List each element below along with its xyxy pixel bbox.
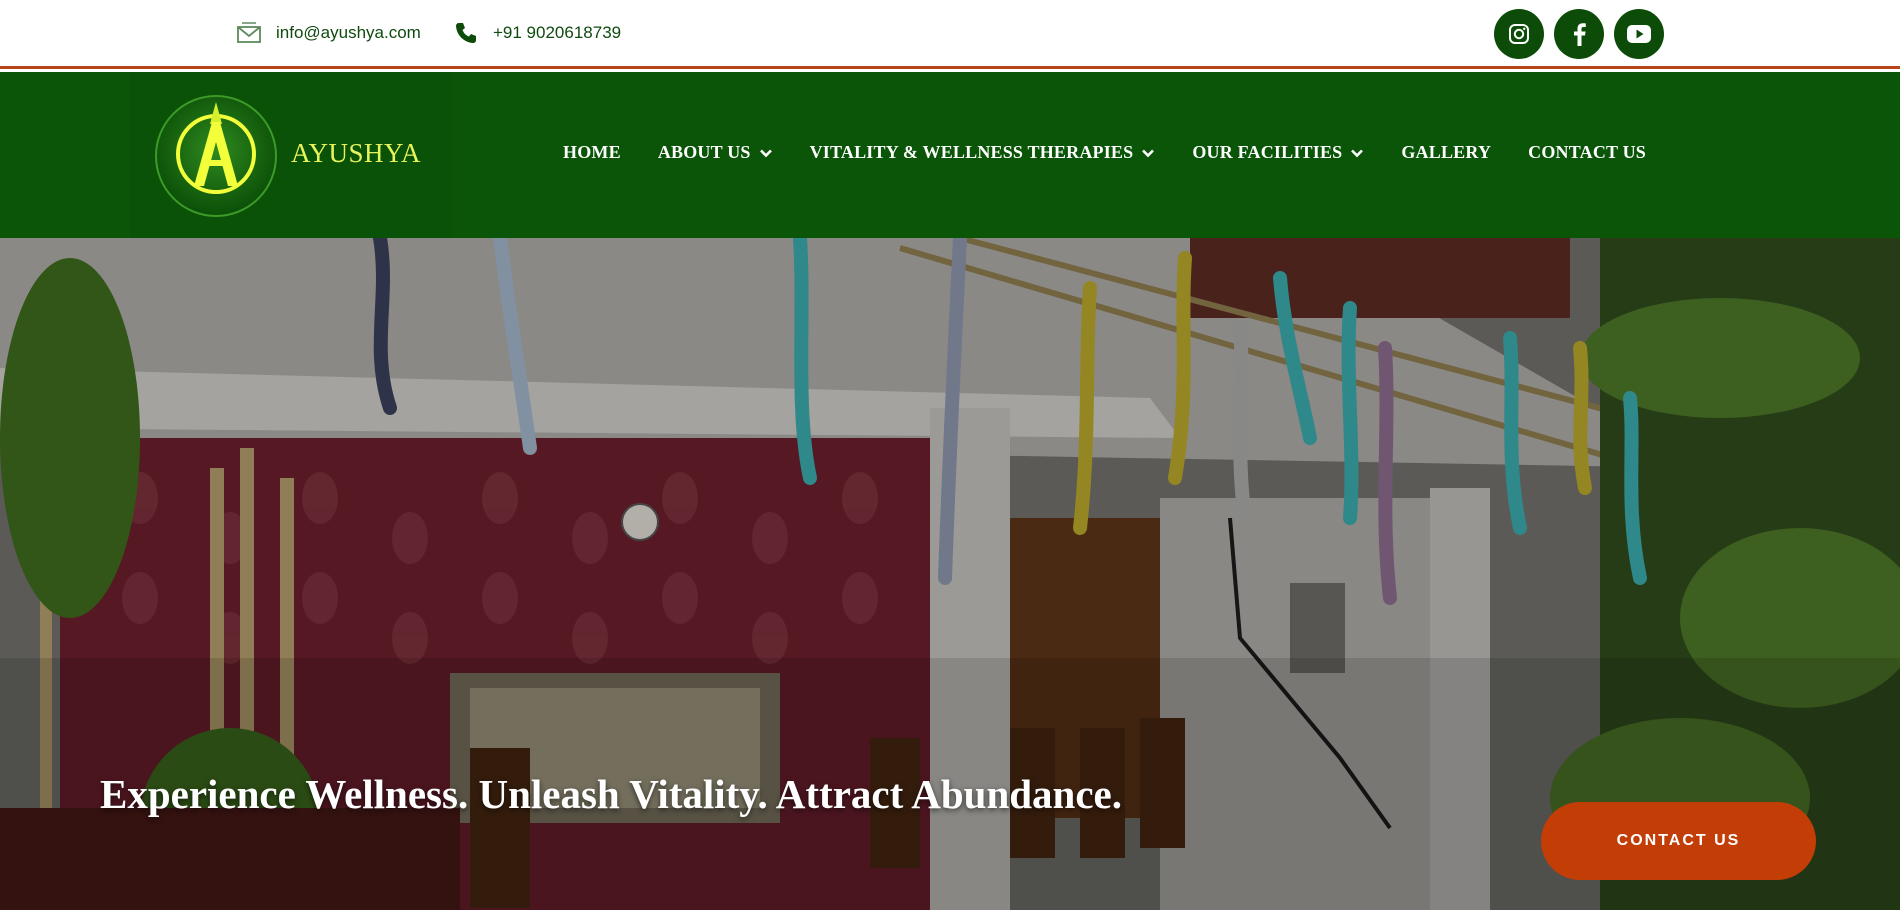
chevron-down-icon [1350, 146, 1364, 160]
youtube-icon[interactable] [1614, 9, 1664, 59]
hero-section: Experience Wellness. Unleash Vitality. A… [0, 238, 1900, 910]
top-contact-bar: info@ayushya.com +91 9020618739 [0, 0, 1900, 69]
hero-headline: Experience Wellness. Unleash Vitality. A… [100, 771, 1122, 817]
nav-home-label: HOME [563, 142, 621, 162]
facebook-icon[interactable] [1554, 9, 1604, 59]
nav-contact-us[interactable]: CONTACT US [1528, 142, 1646, 163]
primary-menu: HOME ABOUT US VITALITY & WELLNESS THERAP… [563, 142, 1683, 163]
nav-facilities-label: OUR FACILITIES [1192, 142, 1343, 162]
social-links [1494, 9, 1664, 59]
nav-about-us-label: ABOUT US [657, 142, 751, 162]
email-text: info@ayushya.com [276, 23, 421, 42]
nav-facilities[interactable]: OUR FACILITIES [1192, 142, 1364, 163]
brand-name: AYUSHYA [291, 138, 422, 168]
instagram-icon[interactable] [1494, 9, 1544, 59]
main-navbar: AYUSHYA HOME ABOUT US VITALITY & WELLNES… [0, 72, 1900, 238]
chevron-down-icon [759, 146, 773, 160]
nav-therapies[interactable]: VITALITY & WELLNESS THERAPIES [810, 142, 1156, 163]
logo[interactable]: AYUSHYA [130, 72, 452, 238]
phone-text: +91 9020618739 [493, 23, 622, 42]
nav-gallery-label: GALLERY [1401, 142, 1492, 162]
nav-gallery[interactable]: GALLERY [1401, 142, 1491, 163]
hero-contact-button[interactable]: CONTACT US [1541, 802, 1816, 880]
nav-therapies-label: VITALITY & WELLNESS THERAPIES [809, 142, 1134, 162]
phone-contact[interactable]: +91 9020618739 [453, 20, 621, 46]
nav-home[interactable]: HOME [563, 142, 621, 163]
logo-mark-icon [155, 95, 277, 217]
envelope-icon [236, 20, 262, 46]
nav-contact-us-label: CONTACT US [1528, 142, 1647, 162]
email-contact[interactable]: info@ayushya.com [236, 20, 421, 46]
nav-about-us[interactable]: ABOUT US [658, 142, 773, 163]
phone-icon [453, 20, 479, 46]
chevron-down-icon [1141, 146, 1155, 160]
